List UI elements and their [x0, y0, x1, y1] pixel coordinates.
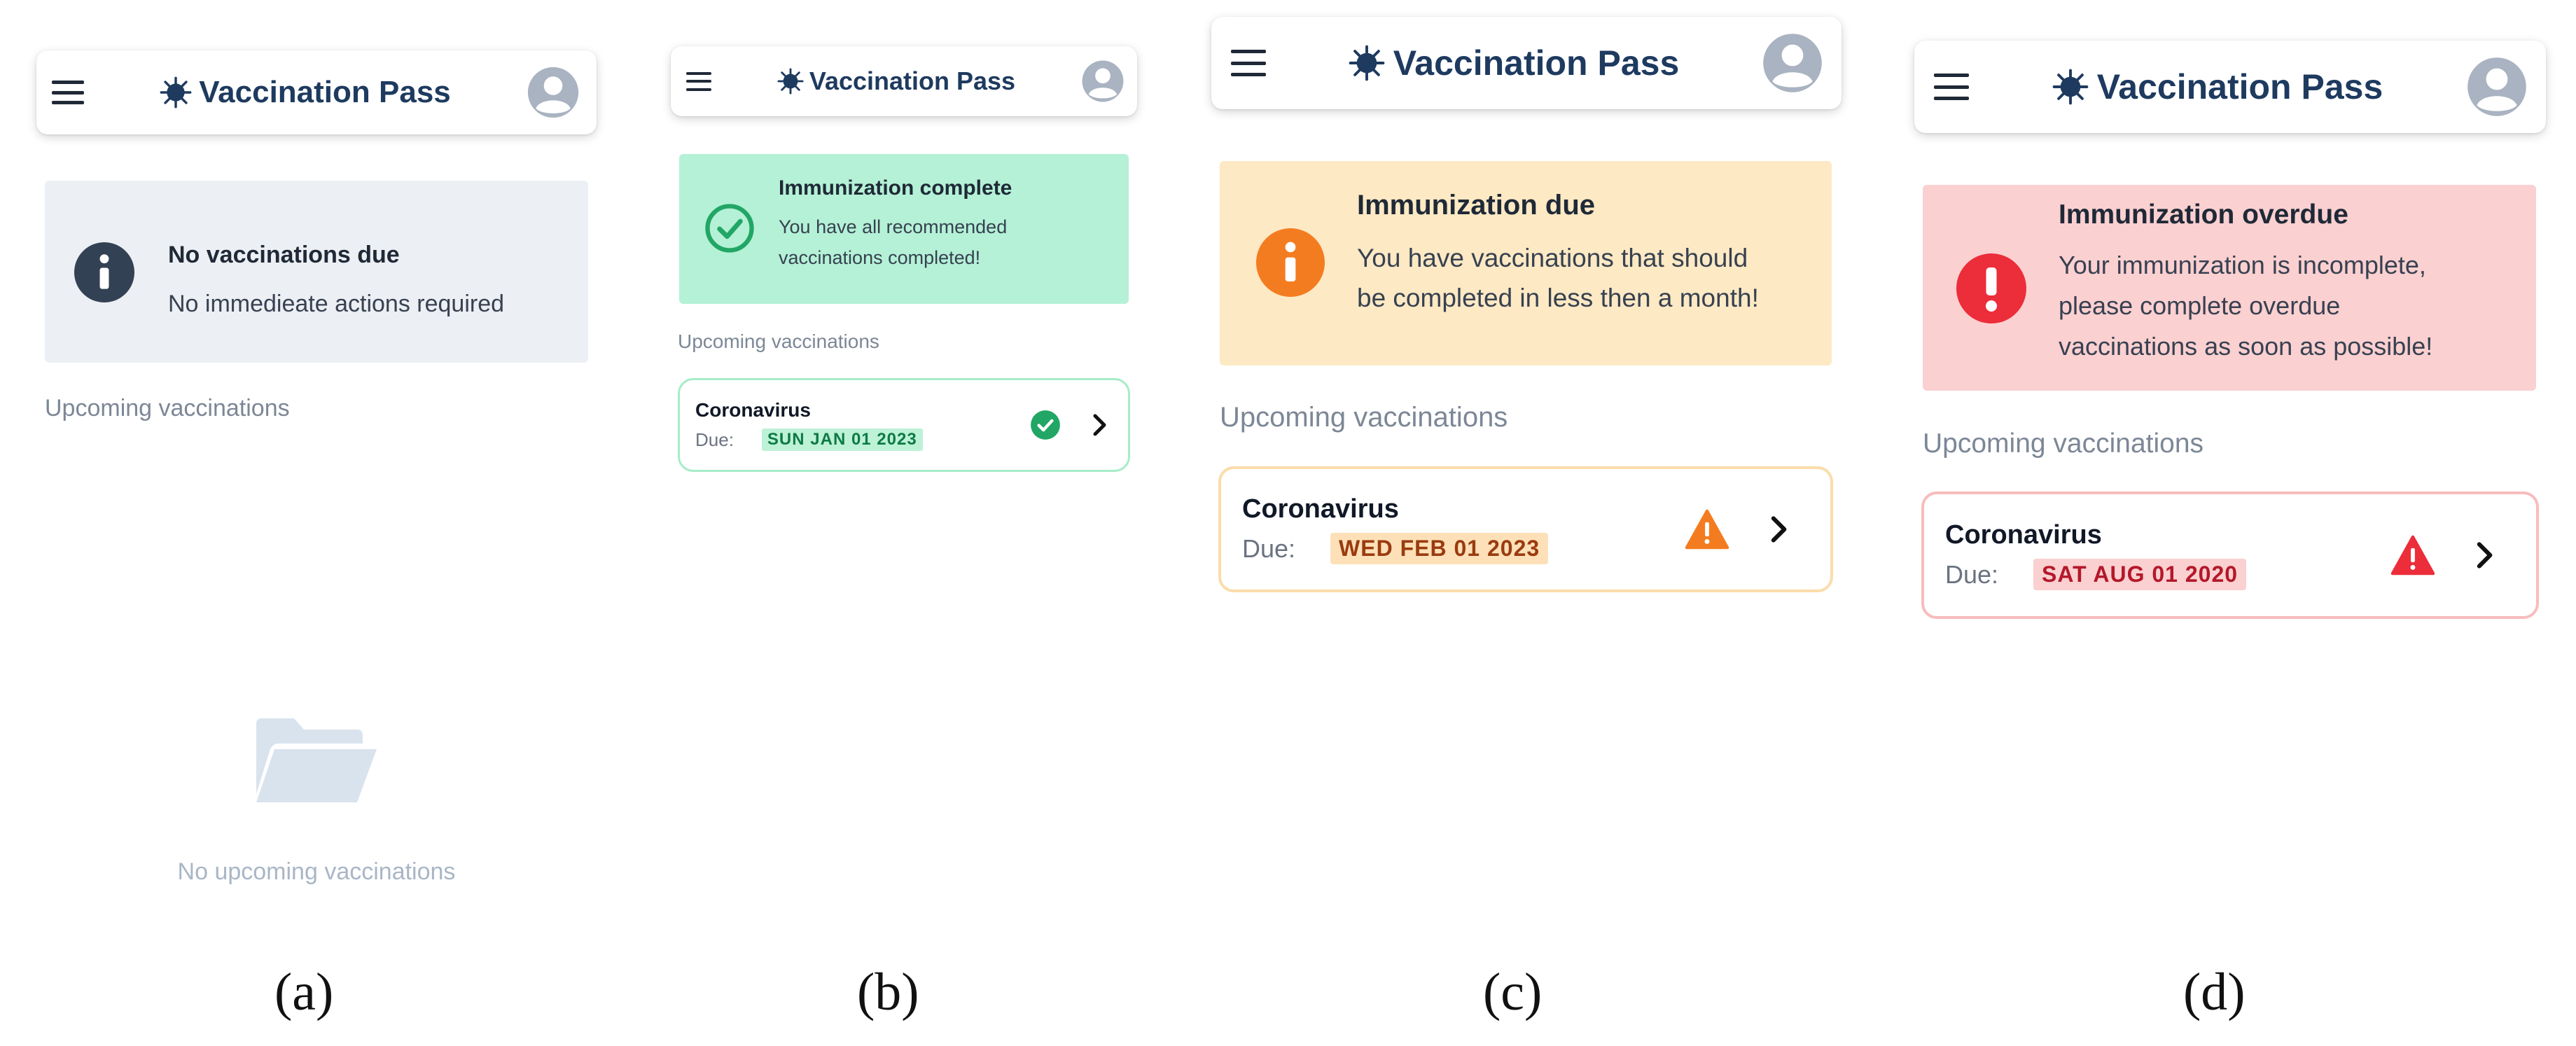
- virus-icon: [160, 76, 192, 109]
- warning-triangle-icon: [1685, 509, 1729, 550]
- app-header: Vaccination Pass: [671, 46, 1137, 116]
- empty-state-text: No upcoming vaccinations: [177, 858, 456, 885]
- app-title: Vaccination Pass: [2096, 67, 2383, 106]
- virus-icon: [1349, 45, 1385, 81]
- banner-text: You have vaccinations that should: [1357, 244, 1748, 272]
- due-date-badge: WED FEB 01 2023: [1330, 533, 1549, 564]
- due-label: Due:: [695, 428, 734, 450]
- virus-icon: [2052, 69, 2089, 105]
- banner-title: Immunization due: [1357, 190, 1595, 221]
- warning-triangle-icon: [2390, 535, 2435, 576]
- chevron-right-icon[interactable]: [1089, 412, 1110, 438]
- info-icon: [1256, 228, 1325, 297]
- hamburger-menu-icon[interactable]: [1231, 50, 1266, 76]
- vaccination-card[interactable]: Coronavirus Due: SUN JAN 01 2023: [678, 378, 1130, 472]
- virus-icon: [777, 68, 804, 95]
- section-title: Upcoming vaccinations: [1923, 428, 2204, 459]
- section-title: Upcoming vaccinations: [45, 395, 290, 421]
- app-header: Vaccination Pass: [1211, 17, 1842, 109]
- check-circle-icon: [1031, 410, 1060, 440]
- app-header: Vaccination Pass: [36, 50, 597, 134]
- app-brand: Vaccination Pass: [84, 75, 527, 110]
- banner-title: Immunization overdue: [2059, 200, 2348, 230]
- user-avatar-icon[interactable]: [2466, 56, 2528, 118]
- app-brand: Vaccination Pass: [1969, 67, 2466, 107]
- figure-caption: (d): [2183, 963, 2246, 1021]
- folder-open-icon: [253, 717, 380, 807]
- vaccination-card[interactable]: Coronavirus Due: WED FEB 01 2023: [1218, 466, 1833, 592]
- vaccination-card[interactable]: Coronavirus Due: SAT AUG 01 2020: [1921, 491, 2539, 619]
- due-label: Due:: [1242, 534, 1296, 563]
- app-brand: Vaccination Pass: [711, 67, 1081, 96]
- status-banner-success: Immunization complete You have all recom…: [679, 154, 1129, 304]
- due-date-badge: SUN JAN 01 2023: [761, 428, 923, 451]
- banner-text: Your immunization is incomplete,: [2059, 251, 2426, 279]
- vaccine-name: Coronavirus: [1242, 494, 1399, 524]
- exclamation-circle-icon: [1956, 253, 2026, 323]
- user-avatar-icon[interactable]: [527, 66, 580, 119]
- banner-title: No vaccinations due: [168, 242, 400, 268]
- vaccine-name: Coronavirus: [695, 399, 811, 421]
- figure-caption: (c): [1483, 963, 1543, 1021]
- figure-caption: (b): [857, 963, 919, 1021]
- banner-text: please complete overdue: [2059, 291, 2341, 320]
- user-avatar-icon[interactable]: [1762, 32, 1823, 94]
- hamburger-menu-icon[interactable]: [686, 71, 711, 91]
- chevron-right-icon[interactable]: [1766, 514, 1791, 545]
- banner-text: be completed in less then a month!: [1357, 284, 1759, 312]
- check-circle-icon: [704, 203, 755, 253]
- figure-caption: (a): [274, 963, 334, 1021]
- vaccine-name: Coronavirus: [1945, 520, 2102, 550]
- banner-text: No immedieate actions required: [168, 291, 505, 317]
- due-label: Due:: [1945, 559, 1999, 589]
- app-title: Vaccination Pass: [1393, 43, 1680, 83]
- banner-text: vaccinations completed!: [779, 247, 981, 268]
- hamburger-menu-icon[interactable]: [1934, 74, 1969, 100]
- app-brand: Vaccination Pass: [1266, 43, 1762, 83]
- section-title: Upcoming vaccinations: [1220, 402, 1508, 433]
- banner-text: You have all recommended: [779, 216, 1008, 237]
- info-icon: [74, 242, 134, 302]
- status-banner-error: Immunization overdue Your immunization i…: [1923, 185, 2536, 391]
- app-header: Vaccination Pass: [1914, 41, 2546, 133]
- status-banner-neutral: No vaccinations due No immedieate action…: [45, 181, 588, 363]
- due-date-badge: SAT AUG 01 2020: [2033, 559, 2247, 590]
- app-title: Vaccination Pass: [809, 67, 1016, 95]
- banner-title: Immunization complete: [779, 176, 1012, 200]
- chevron-right-icon[interactable]: [2472, 540, 2497, 571]
- status-banner-warning: Immunization due You have vaccinations t…: [1220, 161, 1832, 365]
- hamburger-menu-icon[interactable]: [52, 81, 84, 104]
- app-title: Vaccination Pass: [199, 75, 451, 109]
- banner-text: vaccinations as soon as possible!: [2059, 332, 2433, 361]
- user-avatar-icon[interactable]: [1081, 60, 1125, 103]
- section-title: Upcoming vaccinations: [678, 330, 879, 352]
